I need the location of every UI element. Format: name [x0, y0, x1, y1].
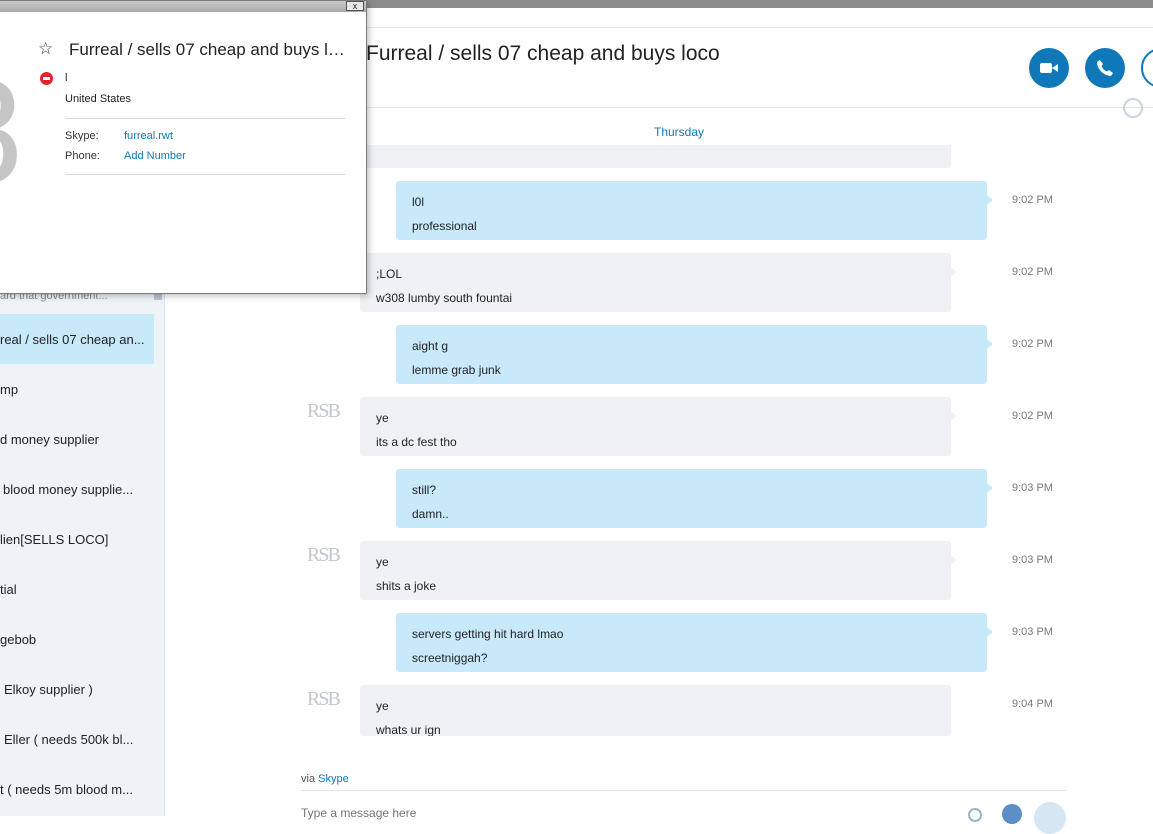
via-skype-label: via Skype — [301, 773, 349, 785]
sidebar-item[interactable]: lien[SELLS LOCO] — [0, 514, 154, 564]
busy-status-icon — [40, 72, 53, 85]
message-text: whats ur ign — [376, 723, 441, 736]
phone-label: Phone: — [65, 150, 100, 162]
message-time: 9:03 PM — [1012, 626, 1053, 638]
popup-close-button[interactable]: x — [346, 1, 364, 11]
message-time: 9:03 PM — [1012, 554, 1053, 566]
sidebar-item[interactable]: Eller ( needs 500k bl... — [0, 714, 154, 764]
add-participant-button[interactable] — [1141, 48, 1153, 88]
message-bubble-outgoing[interactable]: l0l professional — [396, 181, 993, 240]
skype-label: Skype: — [65, 130, 99, 142]
message-time: 9:02 PM — [1012, 338, 1053, 350]
message-bubble-incoming[interactable]: ye its a dc fest tho — [360, 397, 957, 456]
video-call-button[interactable] — [1029, 48, 1069, 88]
video-camera-icon — [1040, 63, 1058, 73]
sidebar-item[interactable]: Elkoy supplier ) — [0, 664, 154, 714]
message-bubble-outgoing[interactable]: servers getting hit hard lmao screetnigg… — [396, 613, 993, 672]
sidebar-item[interactable]: tial — [0, 564, 154, 614]
message-text: its a dc fest tho — [376, 435, 457, 449]
message-text: lemme grab junk — [412, 363, 501, 377]
message-input[interactable] — [301, 806, 901, 820]
message-bubble-outgoing[interactable]: still? damn.. — [396, 469, 993, 528]
globe-icon[interactable] — [1123, 98, 1143, 118]
message-text: professional — [412, 219, 477, 233]
phone-icon — [1097, 60, 1113, 76]
attach-file-icon[interactable] — [968, 808, 982, 822]
message-time: 9:03 PM — [1012, 482, 1053, 494]
message-time: 9:02 PM — [1012, 266, 1053, 278]
sidebar-item[interactable]: d money supplier — [0, 414, 154, 464]
message-time: 9:02 PM — [1012, 194, 1053, 206]
contact-profile-popup: x 8 ☆ Furreal / sells 07 cheap and buys … — [0, 0, 367, 294]
message-text: screetniggah? — [412, 651, 488, 665]
popup-title-bar[interactable] — [0, 1, 366, 12]
window-top-strip — [366, 8, 1153, 28]
message-text: ye — [376, 411, 389, 425]
message-text: ye — [376, 555, 389, 569]
message-bubble-outgoing[interactable]: aight g lemme grab junk — [396, 325, 993, 384]
send-button[interactable] — [1034, 802, 1066, 834]
contact-name: Furreal / sells 07 cheap and buys loco — [69, 40, 349, 59]
via-skype-link[interactable]: Skype — [318, 773, 349, 785]
favorite-star-icon[interactable]: ☆ — [38, 39, 53, 59]
sidebar-item[interactable]: mp — [0, 364, 154, 414]
sender-avatar[interactable]: RSB — [307, 400, 341, 423]
header-divider — [366, 107, 1153, 108]
message-text: shits a joke — [376, 579, 437, 593]
skype-name-link[interactable]: furreal.rwt — [124, 130, 173, 142]
message-text: damn.. — [412, 507, 449, 521]
message-bubble-incoming[interactable]: ye shits a joke — [360, 541, 957, 600]
message-bubble-partial — [360, 145, 951, 168]
message-bubble-incoming[interactable]: ye whats ur ign — [360, 685, 951, 736]
message-text: ye — [376, 699, 389, 713]
sidebar-item-furreal[interactable]: real / sells 07 cheap an... — [0, 314, 154, 364]
day-separator: Thursday — [653, 125, 705, 139]
message-time: 9:04 PM — [1012, 698, 1053, 710]
audio-call-button[interactable] — [1085, 48, 1125, 88]
sidebar-item[interactable]: gebob — [0, 614, 154, 664]
popup-divider — [65, 118, 345, 119]
message-time: 9:02 PM — [1012, 410, 1053, 422]
message-text: w308 lumby south fountai — [376, 291, 513, 305]
message-time-partial — [1012, 148, 1057, 156]
contact-avatar: 8 — [0, 61, 22, 201]
add-number-link[interactable]: Add Number — [124, 150, 186, 162]
sender-avatar[interactable]: RSB — [307, 688, 341, 711]
message-text: l0l — [412, 195, 425, 209]
message-text: ;LOL — [376, 267, 403, 281]
via-prefix: via — [301, 773, 316, 785]
emoticon-icon[interactable] — [1002, 804, 1022, 824]
message-bubble-incoming[interactable]: ;LOL w308 lumby south fountai — [360, 253, 957, 312]
sidebar-item[interactable]: blood money supplie... — [0, 464, 154, 514]
contact-status-message: l — [65, 72, 68, 84]
sidebar-item[interactable]: t ( needs 5m blood m... — [0, 764, 154, 814]
composer-divider — [301, 790, 1066, 791]
conversation-title: Furreal / sells 07 cheap and buys loco — [366, 42, 720, 65]
message-text: servers getting hit hard lmao — [412, 627, 564, 641]
contact-country: United States — [65, 93, 132, 105]
popup-divider — [65, 174, 345, 175]
sender-avatar[interactable]: RSB — [307, 544, 341, 567]
message-text: aight g — [412, 339, 449, 353]
avatar-glyph: 8 — [0, 61, 22, 201]
message-text: still? — [412, 483, 437, 497]
